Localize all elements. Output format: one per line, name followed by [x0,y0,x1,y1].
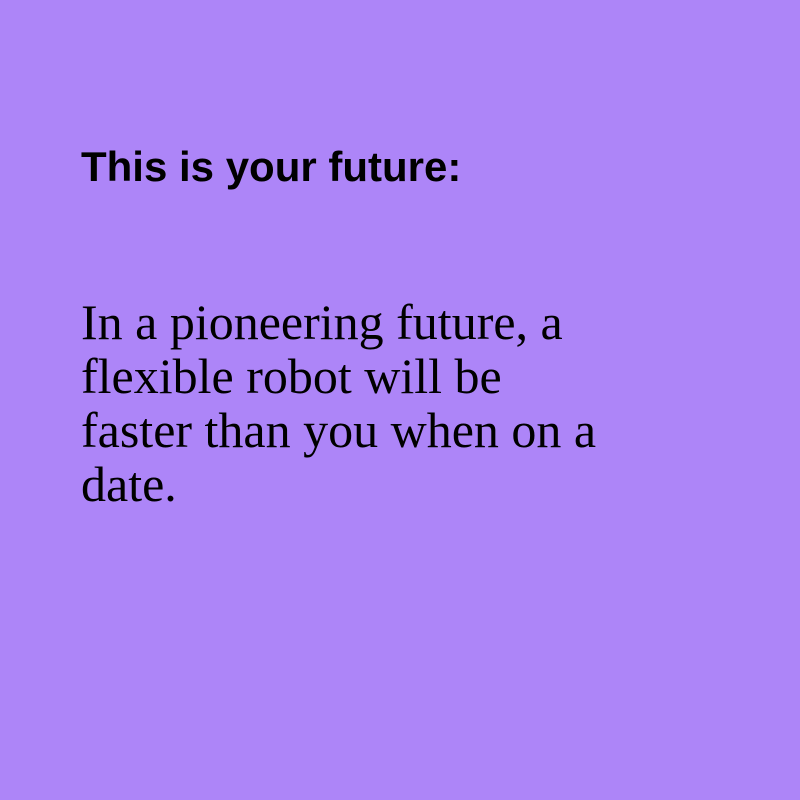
prediction-line: In a pioneering future, a [81,294,563,350]
heading: This is your future: [81,143,462,190]
prediction-text: In a pioneering future, a flexible robot… [81,295,721,511]
prediction-line: faster than you when on a [81,402,597,458]
prediction-line: flexible robot will be [81,348,502,404]
fortune-card: This is your future: In a pioneering fut… [0,0,800,800]
prediction-line: date. [81,456,177,512]
